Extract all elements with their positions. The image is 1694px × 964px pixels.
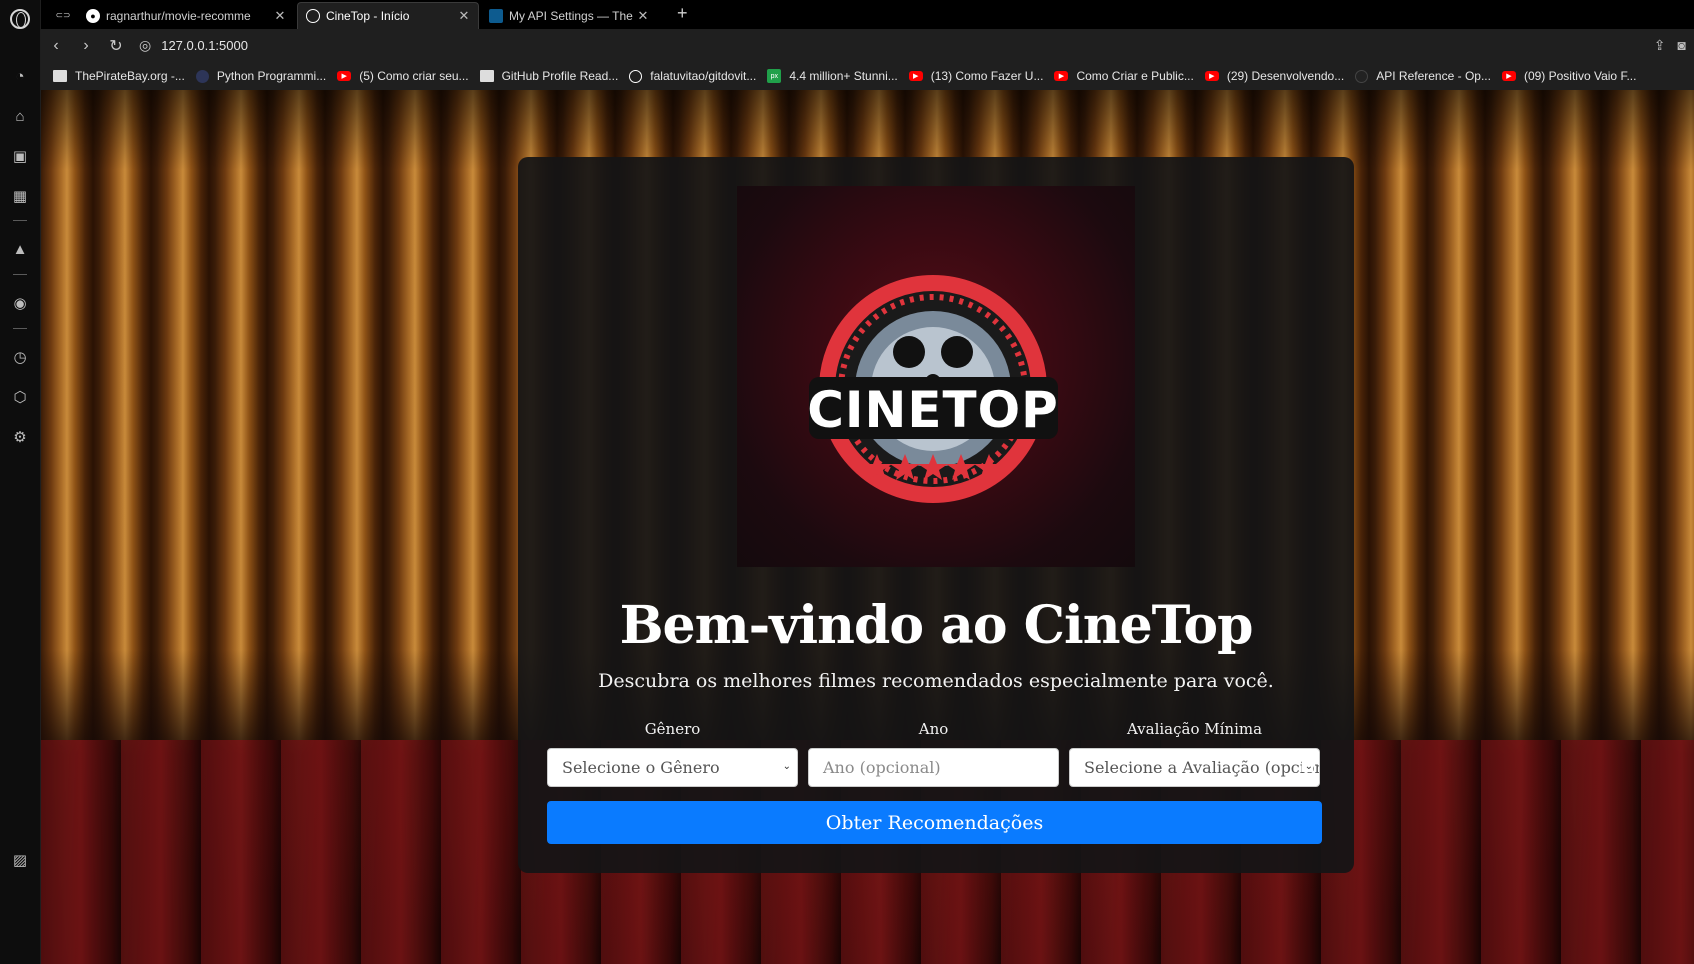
site-icon	[479, 70, 494, 82]
film-reel-logo-icon: CINETOP	[807, 275, 1059, 503]
page-background: CINETOP Bem-vindo ao CineTop Descubra os…	[41, 90, 1694, 964]
settings-gear-icon[interactable]: ⚙	[9, 426, 31, 448]
bookmark-label: falatuvitao/gitdovit...	[650, 69, 757, 83]
bookmark-item[interactable]: Python Programmi...	[195, 69, 327, 83]
wallpaper-icon[interactable]: ▨	[9, 849, 31, 871]
genre-select[interactable]: Selecione o Gênero ⌄	[547, 748, 798, 787]
site-icon	[195, 69, 209, 83]
bookmark-item[interactable]: ThePirateBay.org -...	[53, 69, 185, 83]
genre-label: Gênero	[644, 720, 701, 738]
bookmark-item[interactable]: ▶ (13) Como Fazer U...	[908, 69, 1044, 83]
workspace-icon[interactable]: ▦	[9, 185, 31, 207]
bookmark-label: Como Criar e Public...	[1076, 69, 1194, 83]
bookmarks-bar: ThePirateBay.org -... Python Programmi..…	[41, 62, 1694, 90]
bookmark-label: (13) Como Fazer U...	[930, 69, 1044, 83]
tab-tmdb[interactable]: My API Settings — The Mo ✕	[481, 2, 657, 29]
bookmark-item[interactable]: falatuvitao/gitdovit...	[629, 69, 756, 83]
chevron-down-icon: ⌄	[1301, 761, 1313, 772]
year-input-placeholder: Ano (opcional)	[823, 758, 941, 777]
bookmark-item[interactable]: px 4.4 million+ Stunni...	[767, 69, 898, 83]
bookmark-item[interactable]: ▶ (09) Positivo Vaio F...	[1501, 69, 1637, 83]
bookmark-item[interactable]: ▶ (5) Como criar seu...	[337, 69, 469, 83]
close-tab-icon[interactable]: ✕	[456, 8, 472, 24]
url-field[interactable]: 127.0.0.1:5000	[161, 38, 248, 53]
tmdb-icon	[489, 8, 503, 23]
reload-icon[interactable]: ↻	[101, 36, 131, 56]
bookmark-label: 4.4 million+ Stunni...	[789, 69, 898, 83]
aria-icon[interactable]: ▲	[9, 238, 31, 260]
rating-label: Avaliação Mínima	[1126, 720, 1263, 738]
rating-select-value: Selecione a Avaliação (opcional)	[1084, 758, 1320, 777]
bookmark-label: Python Programmi...	[216, 69, 327, 83]
github-icon: ●	[86, 8, 100, 23]
player-icon[interactable]: ◉	[9, 292, 31, 314]
back-arrow-icon[interactable]: ‹	[41, 37, 71, 55]
bookmark-item[interactable]: ▶ Como Criar e Public...	[1054, 69, 1194, 83]
youtube-icon: ▶	[1054, 71, 1069, 81]
tab-cinetop[interactable]: CineTop - Início ✕	[297, 2, 479, 29]
sidebar-divider	[13, 274, 27, 275]
tab-title: ragnarthur/movie-recomme	[106, 8, 251, 23]
new-tab-plus-icon[interactable]: +	[677, 2, 688, 24]
pixabay-icon: px	[767, 69, 782, 83]
main-card: CINETOP Bem-vindo ao CineTop Descubra os…	[518, 157, 1354, 873]
bookmark-label: ThePirateBay.org -...	[75, 69, 185, 83]
year-label: Ano	[918, 720, 949, 738]
youtube-icon: ▶	[908, 71, 923, 81]
cinetop-logo: CINETOP	[737, 186, 1135, 567]
logo-wordmark: CINETOP	[807, 381, 1059, 439]
close-tab-icon[interactable]: ✕	[272, 8, 288, 24]
browser-sidebar: ◔ ⌂ ▣ ▦ ▲ ◉ ◷ ⬡ ⚙ ▨	[0, 0, 41, 964]
piratebay-icon	[53, 70, 67, 82]
rating-select[interactable]: Selecione a Avaliação (opcional) ⌄	[1069, 748, 1320, 787]
forward-arrow-icon[interactable]: ›	[71, 37, 101, 55]
tab-strip: ⊂⊃ ● ragnarthur/movie-recomme ✕ CineTop …	[41, 0, 1694, 29]
history-icon[interactable]: ◷	[9, 346, 31, 368]
youtube-icon: ▶	[1204, 71, 1219, 81]
chevron-down-icon: ⌄	[782, 761, 791, 772]
tab-title: My API Settings — The Mo	[509, 8, 635, 23]
sidebar-divider	[13, 220, 27, 221]
get-recommendations-button[interactable]: Obter Recomendações	[547, 801, 1322, 844]
youtube-icon: ▶	[337, 71, 352, 81]
site-info-globe-icon[interactable]: ◎	[139, 37, 151, 54]
github-icon	[629, 69, 643, 83]
tab-title: CineTop - Início	[326, 9, 410, 23]
tab-github[interactable]: ● ragnarthur/movie-recomme ✕	[78, 2, 294, 29]
page-subtitle: Descubra os melhores filmes recomendados…	[598, 670, 1274, 692]
year-input[interactable]: Ano (opcional)	[808, 748, 1059, 787]
address-bar: ‹ › ↻ ◎ 127.0.0.1:5000 ⇪ ◙	[41, 29, 1694, 62]
share-icon[interactable]: ⇪	[1654, 37, 1666, 54]
bookmark-label: (09) Positivo Vaio F...	[1523, 69, 1637, 83]
snapshot-camera-icon[interactable]: ◙	[1678, 37, 1686, 54]
bookmark-item[interactable]: GitHub Profile Read...	[479, 69, 619, 83]
bookmark-label: (29) Desenvolvendo...	[1226, 69, 1345, 83]
bookmark-item[interactable]: ▶ (29) Desenvolvendo...	[1204, 69, 1345, 83]
page-title: Bem-vindo ao CineTop	[619, 595, 1254, 656]
twitch-icon[interactable]: ▣	[9, 145, 31, 167]
bookmark-item[interactable]: API Reference - Op...	[1355, 69, 1491, 83]
genre-select-value: Selecione o Gênero	[562, 758, 720, 777]
shopping-icon[interactable]: ⌂	[9, 105, 31, 127]
speed-dial-icon[interactable]: ◔	[9, 65, 31, 87]
youtube-icon: ▶	[1501, 71, 1516, 81]
bookmark-label: (5) Como criar seu...	[359, 69, 469, 83]
openai-icon	[1355, 69, 1369, 83]
sidebar-divider	[13, 328, 27, 329]
opera-logo-icon[interactable]	[9, 8, 31, 30]
close-tab-icon[interactable]: ✕	[635, 8, 651, 24]
bookmark-label: API Reference - Op...	[1376, 69, 1491, 83]
tab-island-icon[interactable]: ⊂⊃	[48, 2, 76, 29]
extensions-icon[interactable]: ⬡	[9, 386, 31, 408]
globe-icon	[306, 9, 320, 23]
bookmark-label: GitHub Profile Read...	[501, 69, 619, 83]
